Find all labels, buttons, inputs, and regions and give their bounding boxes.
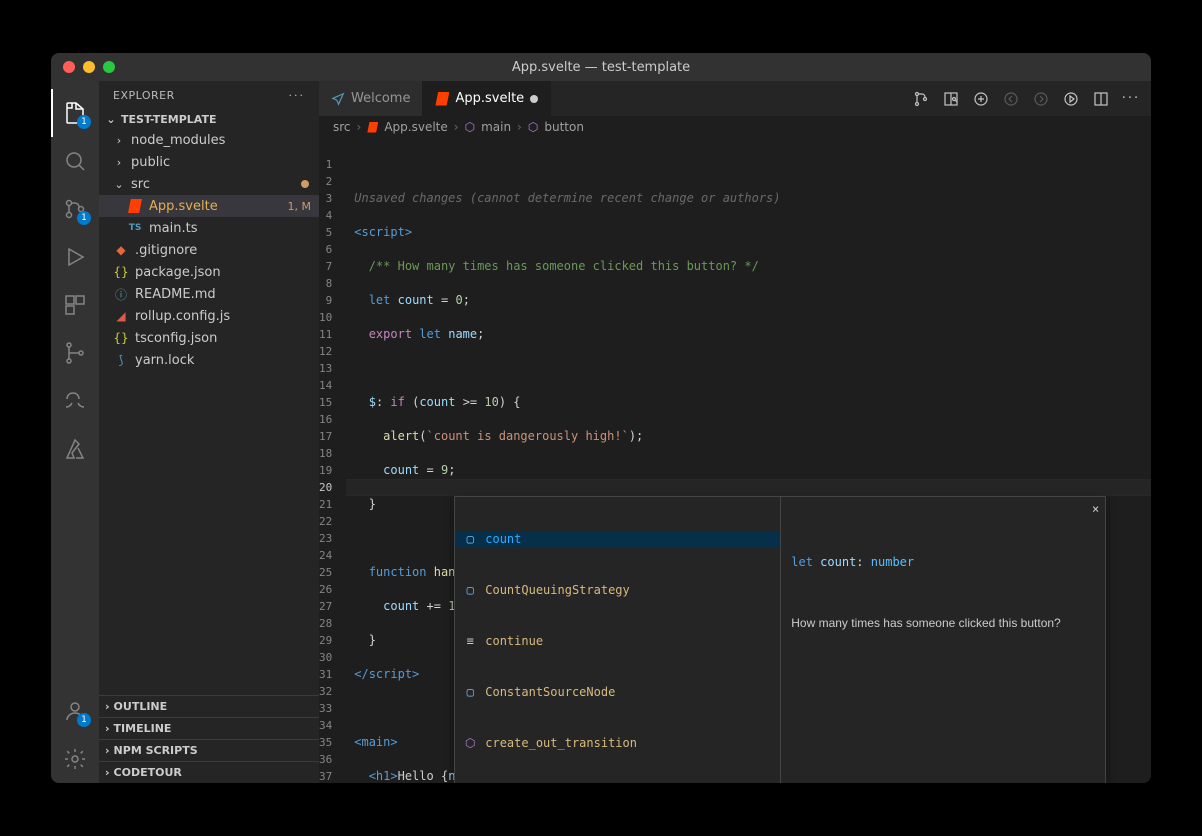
remote-icon[interactable] (51, 377, 99, 425)
suggest-item[interactable]: ≡continue (455, 633, 780, 650)
json-file-icon: {} (113, 264, 129, 280)
accounts-badge: 1 (77, 713, 91, 727)
folder-public[interactable]: › public (99, 151, 319, 173)
editor-main: Welcome App.svelte ··· (319, 81, 1151, 783)
git-hint: Unsaved changes (cannot determine recent… (354, 190, 1151, 207)
source-control-icon[interactable]: 1 (51, 185, 99, 233)
suggest-item[interactable]: ▢ConstantSourceNode (455, 684, 780, 701)
rollup-file-icon: ◢ (113, 308, 129, 324)
file-package-json[interactable]: {} package.json (99, 261, 319, 283)
file-app-svelte[interactable]: App.svelte 1, M (99, 195, 319, 217)
extensions-icon[interactable] (51, 281, 99, 329)
activity-bar: 1 1 (51, 81, 99, 783)
settings-gear-icon[interactable] (51, 735, 99, 783)
file-gitignore[interactable]: ◆ .gitignore (99, 239, 319, 261)
open-preview-icon[interactable] (943, 91, 959, 107)
vscode-window: App.svelte — test-template 1 1 (51, 53, 1151, 783)
suggest-list: ▢count ▢CountQueuingStrategy ≡continue ▢… (455, 497, 780, 783)
npm-scripts-panel[interactable]: ›NPM SCRIPTS (99, 739, 319, 761)
modified-dot-icon (301, 180, 309, 188)
explorer-icon[interactable]: 1 (51, 89, 99, 137)
suggest-widget: ▢count ▢CountQueuingStrategy ≡continue ▢… (454, 496, 1106, 783)
svelte-file-icon (367, 122, 378, 133)
explorer-badge: 1 (77, 115, 91, 129)
workspace-header[interactable]: ⌄ TEST-TEMPLATE (99, 110, 319, 129)
close-window-button[interactable] (63, 61, 75, 73)
json-file-icon: {} (113, 330, 129, 346)
split-editor-icon[interactable] (1093, 91, 1109, 107)
run-debug-icon[interactable] (51, 233, 99, 281)
file-readme[interactable]: ⓘ README.md (99, 283, 319, 305)
svelte-file-icon (435, 92, 449, 106)
file-tsconfig[interactable]: {} tsconfig.json (99, 327, 319, 349)
suggest-item[interactable]: ⬡create_out_transition (455, 735, 780, 752)
breadcrumbs[interactable]: src› App.svelte› ⬡main› ⬡button (319, 116, 1151, 139)
code-area[interactable]: Unsaved changes (cannot determine recent… (346, 139, 1151, 783)
file-main-ts[interactable]: TS main.ts (99, 217, 319, 239)
unsaved-dot-icon (530, 95, 538, 103)
file-yarn-lock[interactable]: ⟆ yarn.lock (99, 349, 319, 371)
line-gutter: 12345 678910 1112131415 1617181920 21222… (319, 139, 346, 783)
info-file-icon: ⓘ (113, 286, 129, 302)
azure-icon[interactable] (51, 425, 99, 473)
timeline-panel[interactable]: ›TIMELINE (99, 717, 319, 739)
svelte-file-icon (127, 198, 143, 214)
file-rollup[interactable]: ◢ rollup.config.js (99, 305, 319, 327)
ts-file-icon: TS (127, 220, 143, 236)
window-title: App.svelte — test-template (51, 60, 1151, 75)
folder-node-modules[interactable]: › node_modules (99, 129, 319, 151)
explorer-title: EXPLORER (113, 89, 175, 102)
suggest-item[interactable]: ▢CountQueuingStrategy (455, 582, 780, 599)
titlebar: App.svelte — test-template (51, 53, 1151, 81)
yarn-file-icon: ⟆ (113, 352, 129, 368)
folder-src[interactable]: ⌄ src (99, 173, 319, 195)
git-file-icon: ◆ (113, 242, 129, 258)
minimize-window-button[interactable] (83, 61, 95, 73)
editor-actions: ··· (901, 81, 1151, 116)
chevron-down-icon: ⌄ (113, 178, 125, 191)
traffic-lights (51, 61, 115, 73)
chevron-right-icon: › (113, 134, 125, 147)
suggest-item[interactable]: ▢count (455, 531, 780, 548)
maximize-window-button[interactable] (103, 61, 115, 73)
file-status: 1, M (288, 200, 311, 213)
explorer-sidebar: EXPLORER ··· ⌄ TEST-TEMPLATE › node_modu… (99, 81, 319, 783)
more-actions-icon[interactable]: ··· (1123, 91, 1139, 107)
tab-welcome[interactable]: Welcome (319, 81, 423, 116)
codetour-panel[interactable]: ›CODETOUR (99, 761, 319, 783)
editor[interactable]: 12345 678910 1112131415 1617181920 21222… (319, 139, 1151, 783)
compare-changes-icon[interactable] (913, 91, 929, 107)
scm-badge: 1 (77, 211, 91, 225)
close-icon[interactable]: × (1092, 501, 1099, 518)
chevron-down-icon: ⌄ (105, 113, 117, 126)
suggest-doc: × let count: number How many times has s… (780, 497, 1105, 783)
git-graph-icon[interactable] (51, 329, 99, 377)
outline-panel[interactable]: ›OUTLINE (99, 695, 319, 717)
nav-forward-icon[interactable] (1033, 91, 1049, 107)
explorer-more-icon[interactable]: ··· (289, 89, 306, 102)
toggle-breakpoint-icon[interactable] (973, 91, 989, 107)
chevron-right-icon: › (113, 156, 125, 169)
tab-bar: Welcome App.svelte ··· (319, 81, 1151, 116)
tab-app-svelte[interactable]: App.svelte (423, 81, 551, 116)
run-icon[interactable] (1063, 91, 1079, 107)
nav-back-icon[interactable] (1003, 91, 1019, 107)
accounts-icon[interactable]: 1 (51, 687, 99, 735)
search-icon[interactable] (51, 137, 99, 185)
file-tree: › node_modules › public ⌄ src App.svelte… (99, 129, 319, 695)
